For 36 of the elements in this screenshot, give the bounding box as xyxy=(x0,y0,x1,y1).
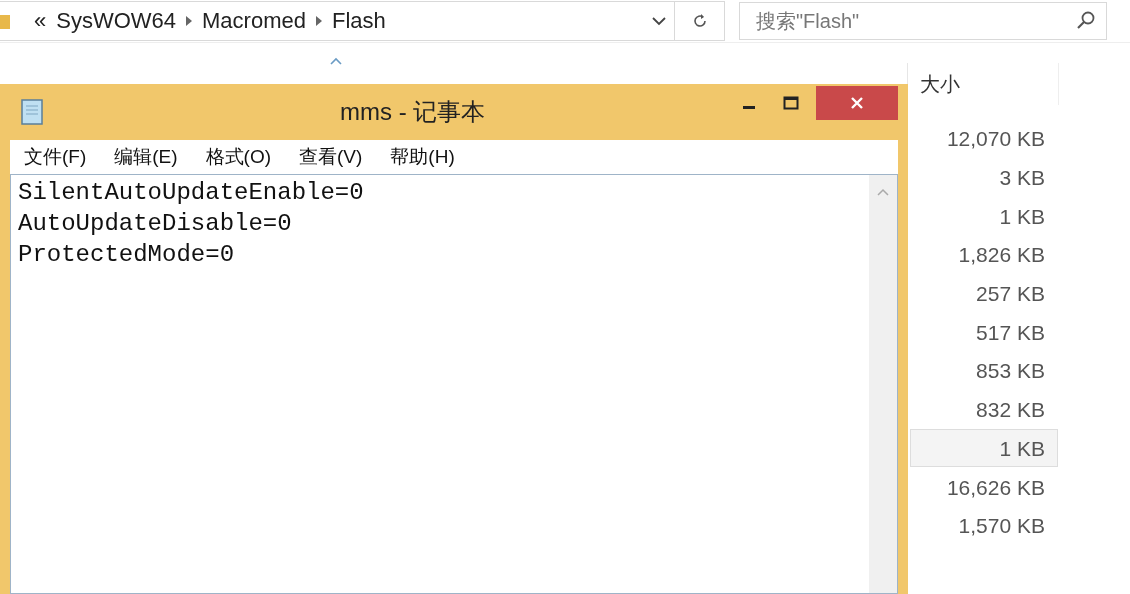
file-size[interactable]: 1 KB xyxy=(910,196,1058,235)
close-icon xyxy=(849,95,865,111)
file-size[interactable]: 832 KB xyxy=(910,390,1058,429)
address-bar[interactable]: « SysWOW64 Macromed Flash xyxy=(0,1,675,41)
menu-item[interactable]: 格式(O) xyxy=(205,144,272,170)
text-editor[interactable]: SilentAutoUpdateEnable=0 AutoUpdateDisable=0 ProtectedMode=0 xyxy=(10,174,898,594)
menu-item[interactable]: 文件(F) xyxy=(24,144,87,170)
overflow-chevrons[interactable]: « xyxy=(34,8,47,34)
text-line: AutoUpdateDisable=0 xyxy=(18,209,292,239)
breadcrumb-item[interactable]: Macromed xyxy=(202,8,306,34)
file-size[interactable]: 1 KB xyxy=(910,428,1058,467)
text-line: SilentAutoUpdateEnable=0 xyxy=(18,178,364,208)
dropdown-caret-icon[interactable] xyxy=(652,16,666,26)
search-field[interactable]: 搜索"Flash" xyxy=(739,2,1107,40)
scrollbar[interactable] xyxy=(869,175,897,593)
chevron-right-icon[interactable] xyxy=(186,16,193,26)
file-size[interactable]: 3 KB xyxy=(910,158,1058,197)
maximize-icon xyxy=(783,96,799,110)
breadcrumb-item[interactable]: Flash xyxy=(331,8,386,34)
text-line: ProtectedMode=0 xyxy=(18,240,235,270)
refresh-button[interactable] xyxy=(675,1,725,41)
file-size[interactable]: 16,626 KB xyxy=(910,467,1058,506)
menu-item[interactable]: 帮助(H) xyxy=(390,144,455,170)
file-size[interactable]: 853 KB xyxy=(910,351,1058,390)
chevron-right-icon[interactable] xyxy=(315,16,322,26)
file-size[interactable]: 12,070 KB xyxy=(910,119,1058,158)
file-size[interactable]: 1,570 KB xyxy=(910,506,1058,545)
minimize-icon xyxy=(743,105,755,109)
menu-item[interactable]: 编辑(E) xyxy=(114,144,178,170)
notepad-icon xyxy=(20,98,44,126)
window-title: mms - 记事本 xyxy=(340,97,486,127)
file-size[interactable]: 1,826 KB xyxy=(910,235,1058,274)
file-size[interactable]: 517 KB xyxy=(910,312,1058,351)
file-size[interactable]: 257 KB xyxy=(910,274,1058,313)
breadcrumb-item[interactable]: SysWOW64 xyxy=(56,8,177,34)
menu-item[interactable]: 查看(V) xyxy=(299,144,363,170)
